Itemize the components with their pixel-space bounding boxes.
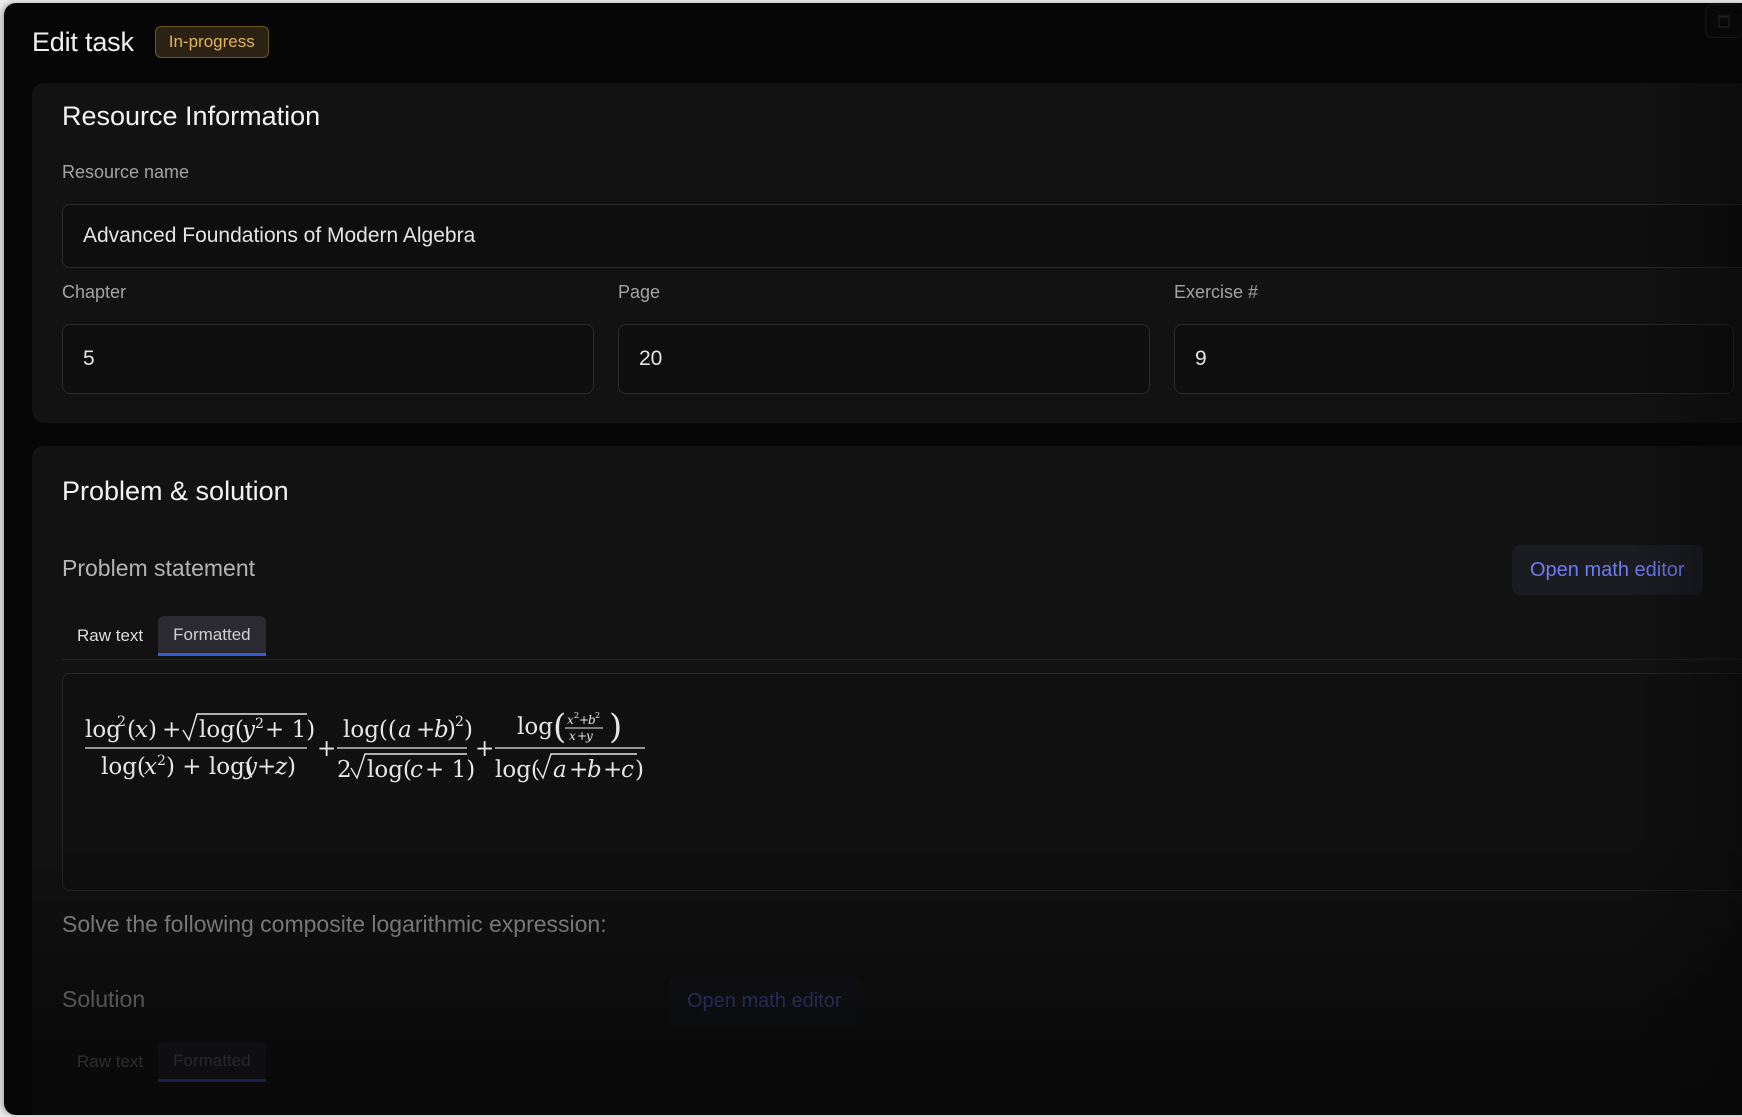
- resource-name-label: Resource name: [62, 162, 190, 182]
- svg-text:a: a: [398, 717, 412, 743]
- page-title: Edit task: [32, 26, 134, 57]
- svg-text:+: +: [257, 754, 276, 780]
- tabs-divider: [62, 659, 1742, 660]
- open-math-editor-button[interactable]: Open math editor: [1512, 545, 1703, 595]
- svg-text:): ): [635, 757, 644, 783]
- svg-text:+ 1): + 1): [265, 717, 315, 743]
- svg-text:+: +: [317, 736, 336, 762]
- problem-description: Solve the following composite logarithmi…: [62, 911, 607, 937]
- svg-text:+: +: [162, 717, 181, 743]
- solution-tabs: Raw text Formatted: [62, 1042, 266, 1082]
- svg-text:) + log(: ) + log(: [166, 754, 254, 780]
- page-input[interactable]: 20: [618, 324, 1150, 394]
- resource-section-title: Resource Information: [62, 101, 321, 131]
- svg-text:+: +: [416, 717, 435, 743]
- svg-text:(: (: [553, 707, 566, 747]
- tab-raw-text[interactable]: Raw text: [62, 616, 158, 656]
- svg-text:log(: log(: [495, 757, 540, 783]
- svg-text:log: log: [517, 714, 553, 740]
- svg-text:x: x: [135, 717, 148, 743]
- svg-text:2: 2: [157, 753, 166, 769]
- tab-formatted[interactable]: Formatted: [158, 616, 266, 656]
- svg-text:2: 2: [595, 711, 600, 720]
- svg-text:+: +: [475, 736, 494, 762]
- exercise-value: 9: [1195, 347, 1207, 370]
- svg-text:+: +: [603, 757, 622, 783]
- chapter-value: 5: [83, 347, 95, 370]
- svg-text:log((: log((: [343, 717, 397, 743]
- svg-text:x: x: [144, 754, 157, 780]
- solution-tab-raw-text[interactable]: Raw text: [62, 1042, 158, 1082]
- svg-text:2: 2: [255, 716, 264, 732]
- svg-text:y: y: [243, 754, 258, 780]
- problem-tabs: Raw text Formatted: [62, 616, 266, 656]
- problem-section-title: Problem & solution: [62, 476, 289, 506]
- svg-text:2: 2: [337, 757, 352, 783]
- svg-text:2: 2: [117, 714, 126, 730]
- svg-text:+: +: [569, 757, 588, 783]
- page-label: Page: [618, 282, 661, 302]
- svg-text:y: y: [241, 717, 256, 743]
- fraction-1: log 2 (x) + log(y 2 + 1) log(x 2) + log( …: [85, 713, 315, 780]
- svg-text:): ): [148, 717, 157, 743]
- resource-name-value: Advanced Foundations of Modern Algebra: [83, 224, 476, 247]
- exercise-label: Exercise #: [1174, 282, 1259, 302]
- svg-text:x: x: [569, 729, 576, 743]
- page-header: Edit task In-progress: [32, 21, 269, 63]
- fraction-3: log ( x2 +b 2 x + y ) log( a + b + c): [495, 707, 645, 783]
- delete-button[interactable]: [1705, 4, 1742, 38]
- svg-text:log(: log(: [367, 757, 412, 783]
- solution-open-math-editor-button[interactable]: Open math editor: [669, 976, 860, 1026]
- formatted-preview: log 2 (x) + log(y 2 + 1) log(x 2) + log( …: [62, 673, 1742, 891]
- edit-task-window: Edit task In-progress Resource Informati…: [4, 3, 1742, 1115]
- svg-text:c: c: [621, 757, 634, 783]
- svg-text:log(: log(: [199, 717, 244, 743]
- resource-information-card: Resource Information Resource name Advan…: [32, 83, 1742, 423]
- fraction-2: log((a +b ) 2) 2 log(c + 1): [337, 714, 475, 783]
- solution-tab-formatted[interactable]: Formatted: [158, 1042, 266, 1082]
- svg-text:log(: log(: [101, 754, 146, 780]
- status-badge: In-progress: [154, 26, 269, 58]
- svg-text:log: log: [85, 717, 121, 743]
- page-value: 20: [639, 347, 663, 370]
- svg-text:z: z: [274, 754, 288, 780]
- solution-label: Solution: [62, 986, 146, 1012]
- svg-text:): ): [609, 707, 622, 747]
- resource-name-input[interactable]: Advanced Foundations of Modern Algebra: [62, 204, 1742, 268]
- trash-icon: [1718, 15, 1730, 28]
- chapter-label: Chapter: [62, 282, 127, 302]
- chapter-input[interactable]: 5: [62, 324, 594, 394]
- math-formula: log 2 (x) + log(y 2 + 1) log(x 2) + log( …: [85, 707, 645, 783]
- svg-text:x: x: [567, 713, 574, 727]
- svg-text:y: y: [585, 729, 593, 743]
- svg-text:b: b: [587, 757, 602, 783]
- svg-text:a: a: [553, 757, 567, 783]
- svg-text:): ): [287, 754, 296, 780]
- svg-text:c: c: [410, 757, 423, 783]
- svg-text:2: 2: [455, 714, 464, 730]
- exercise-input[interactable]: 9: [1174, 324, 1734, 394]
- problem-solution-card: Problem & solution Problem statement Ope…: [32, 446, 1742, 1115]
- svg-text:+ 1): + 1): [425, 757, 475, 783]
- svg-text:): ): [464, 717, 473, 743]
- problem-statement-label: Problem statement: [62, 555, 256, 581]
